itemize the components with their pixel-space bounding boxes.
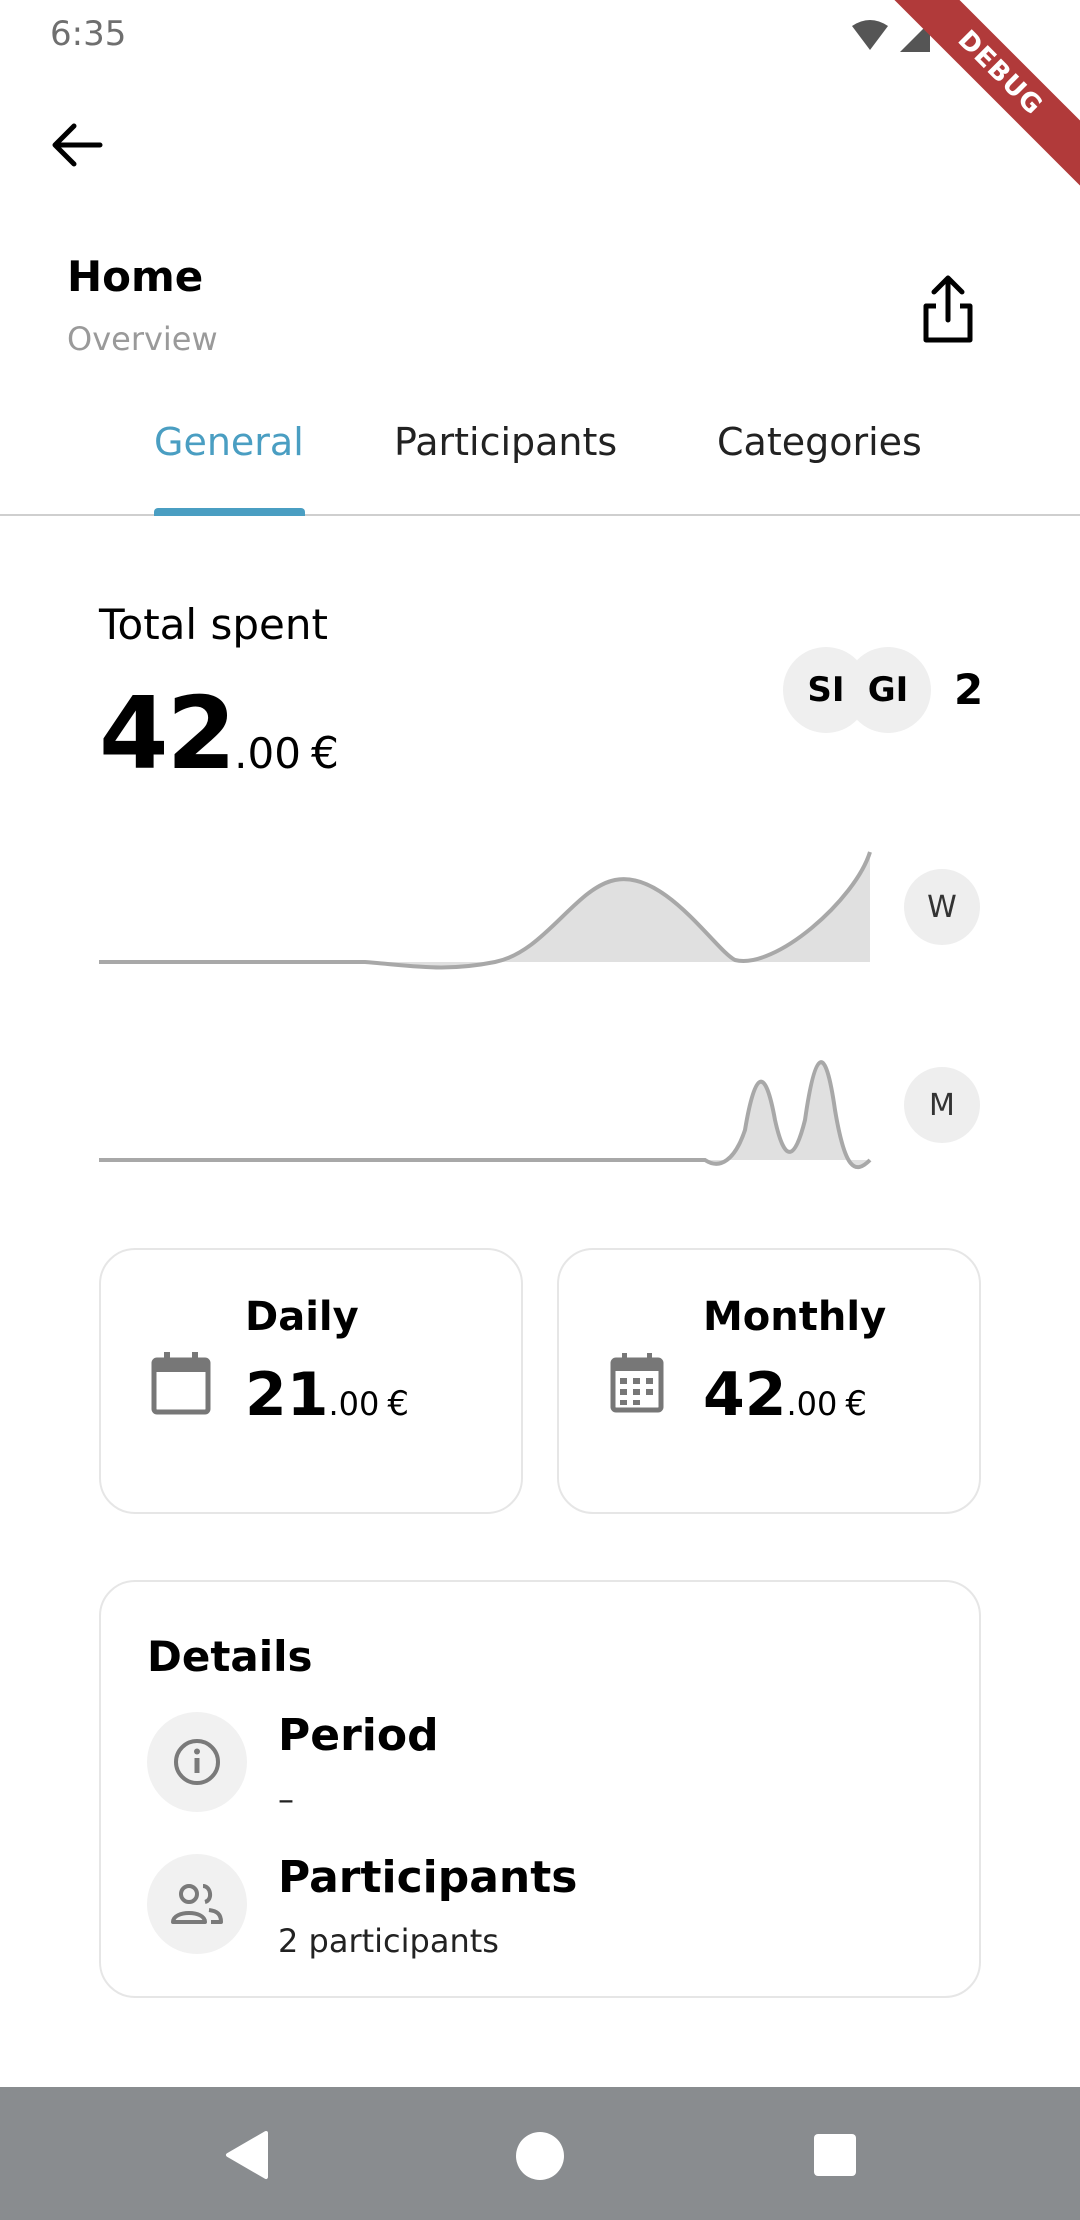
page-subtitle: Overview bbox=[67, 320, 218, 358]
nav-back-icon[interactable] bbox=[222, 2129, 272, 2181]
monthly-amount: 42.00 € bbox=[703, 1360, 867, 1430]
participants-title: Participants bbox=[278, 1852, 578, 1903]
details-heading: Details bbox=[147, 1632, 313, 1681]
month-range-chip[interactable]: M bbox=[904, 1067, 980, 1143]
tab-categories[interactable]: Categories bbox=[717, 420, 922, 464]
monthly-currency: € bbox=[845, 1384, 868, 1424]
participants-value: 2 participants bbox=[278, 1922, 499, 1960]
total-integer: 42 bbox=[99, 675, 236, 792]
nav-recents-icon[interactable] bbox=[812, 2132, 858, 2178]
nav-home-icon[interactable] bbox=[513, 2129, 567, 2183]
total-decimal: .00 bbox=[234, 729, 301, 778]
participant-count: 2 bbox=[954, 665, 984, 714]
avatar[interactable]: GI bbox=[845, 647, 931, 733]
total-spent-amount: 42.00 € bbox=[99, 675, 339, 792]
tab-participants[interactable]: Participants bbox=[394, 420, 617, 464]
daily-currency: € bbox=[387, 1384, 410, 1424]
back-arrow-icon[interactable] bbox=[40, 110, 120, 180]
info-icon bbox=[174, 1739, 220, 1785]
monthly-integer: 42 bbox=[703, 1360, 787, 1430]
monthly-title: Monthly bbox=[703, 1294, 887, 1340]
calendar-month-icon bbox=[610, 1353, 664, 1413]
period-value: – bbox=[278, 1780, 294, 1818]
participants-icon-circle bbox=[147, 1854, 247, 1954]
people-icon bbox=[171, 1884, 223, 1924]
status-time: 6:35 bbox=[50, 14, 127, 54]
share-icon[interactable] bbox=[908, 270, 988, 350]
system-navigation-bar bbox=[0, 2087, 1080, 2220]
page-title: Home bbox=[67, 252, 204, 301]
total-currency: € bbox=[310, 728, 339, 779]
tab-indicator bbox=[154, 508, 305, 516]
total-spent-label: Total spent bbox=[99, 600, 328, 649]
weekly-spending-chart bbox=[99, 851, 872, 970]
details-card: Details Period – Participants 2 particip… bbox=[99, 1580, 981, 1998]
monthly-spending-chart bbox=[99, 1060, 872, 1170]
daily-amount: 21.00 € bbox=[245, 1360, 409, 1430]
period-title: Period bbox=[278, 1710, 439, 1761]
monthly-card[interactable]: Monthly 42.00 € bbox=[557, 1248, 981, 1514]
daily-card[interactable]: Daily 21.00 € bbox=[99, 1248, 523, 1514]
daily-title: Daily bbox=[245, 1294, 359, 1340]
tab-general[interactable]: General bbox=[154, 420, 304, 464]
calendar-icon bbox=[151, 1352, 211, 1415]
daily-integer: 21 bbox=[245, 1360, 329, 1430]
period-icon-circle bbox=[147, 1712, 247, 1812]
week-range-chip[interactable]: W bbox=[904, 869, 980, 945]
daily-decimal: .00 bbox=[328, 1385, 380, 1423]
monthly-decimal: .00 bbox=[786, 1385, 838, 1423]
